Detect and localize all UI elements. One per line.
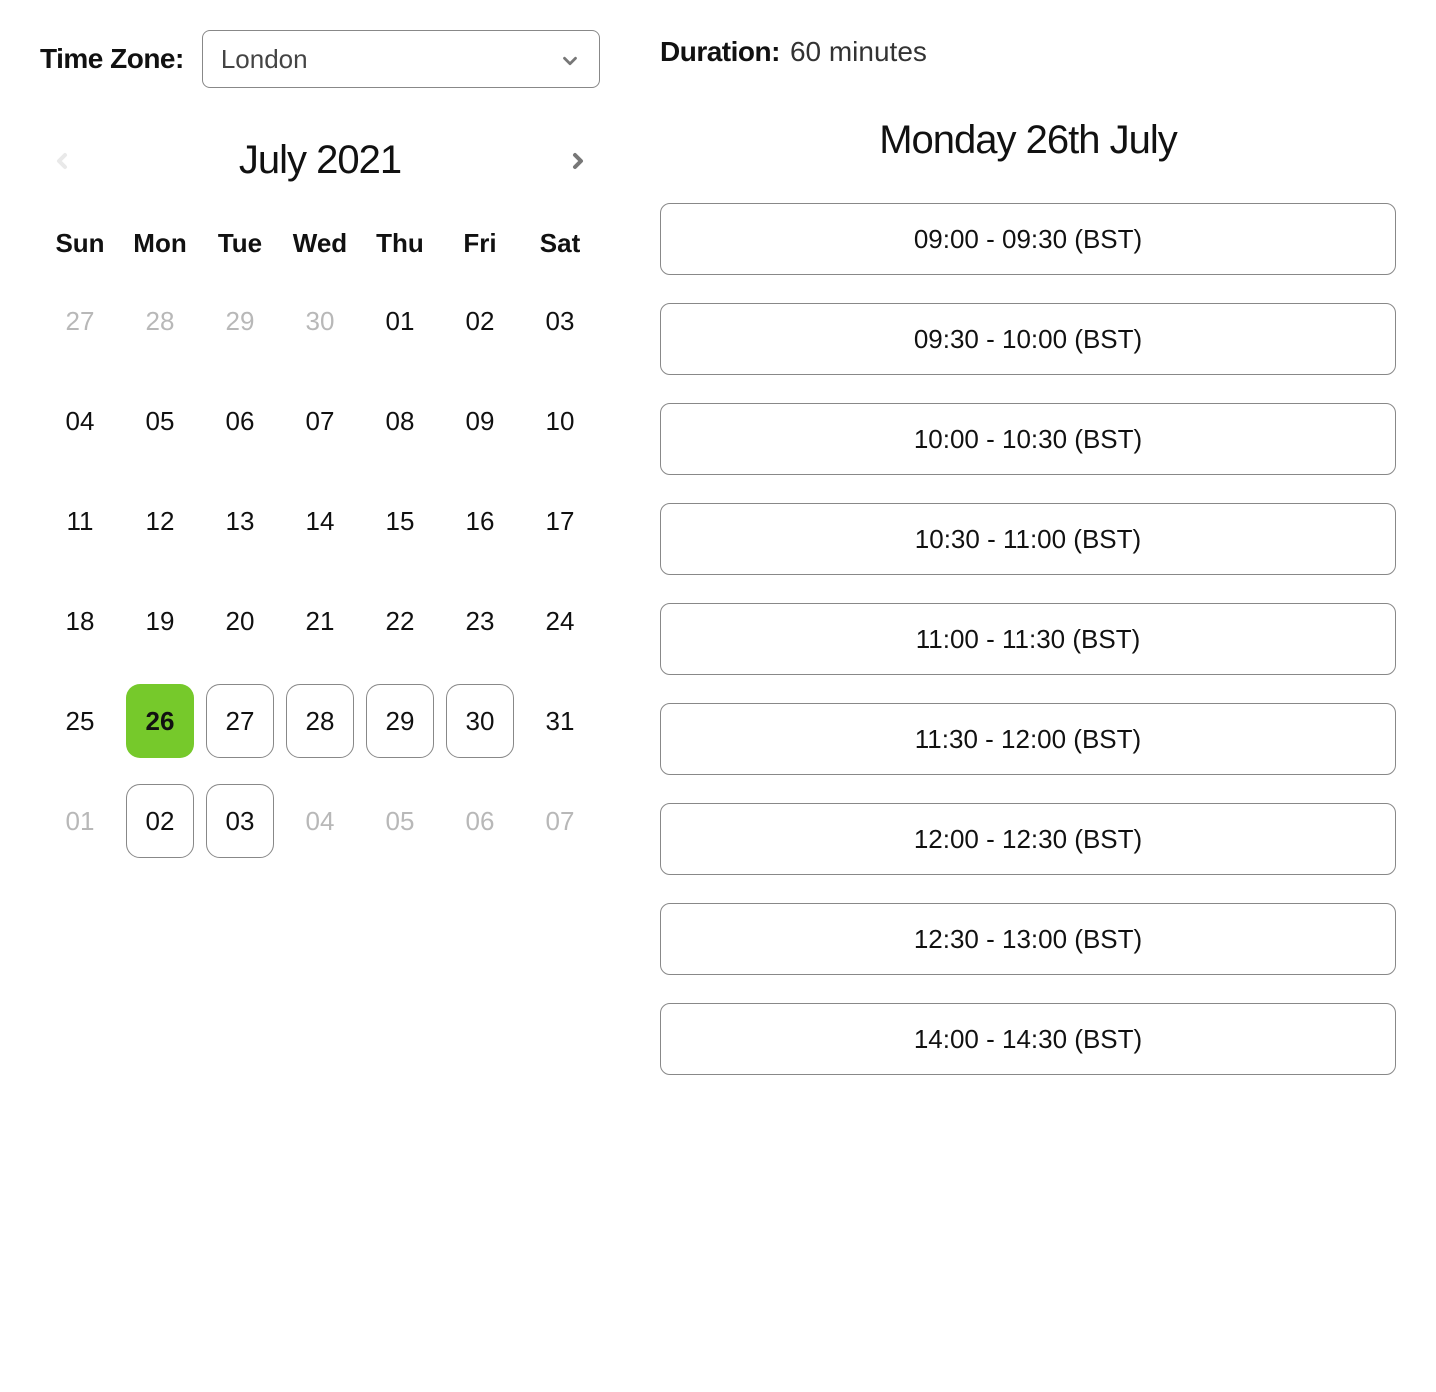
calendar-day: 07 <box>526 784 594 858</box>
calendar-day[interactable]: 26 <box>126 684 194 758</box>
calendar-day: 13 <box>206 484 274 558</box>
weekday-header: Wed <box>280 228 360 259</box>
time-slot[interactable]: 10:00 - 10:30 (BST) <box>660 403 1396 475</box>
calendar-day: 29 <box>206 284 274 358</box>
calendar-day: 05 <box>366 784 434 858</box>
calendar-day: 24 <box>526 584 594 658</box>
calendar-day: 22 <box>366 584 434 658</box>
calendar-day: 04 <box>46 384 114 458</box>
calendar-day: 11 <box>46 484 114 558</box>
next-month-button[interactable] <box>556 139 600 183</box>
calendar-day: 15 <box>366 484 434 558</box>
calendar-day: 16 <box>446 484 514 558</box>
prev-month-button <box>40 139 84 183</box>
weekday-header: Thu <box>360 228 440 259</box>
calendar-day: 07 <box>286 384 354 458</box>
time-slot[interactable]: 09:00 - 09:30 (BST) <box>660 203 1396 275</box>
calendar-day: 12 <box>126 484 194 558</box>
calendar-day[interactable]: 30 <box>446 684 514 758</box>
calendar-day: 09 <box>446 384 514 458</box>
calendar-day: 31 <box>526 684 594 758</box>
timezone-select[interactable]: London <box>202 30 600 88</box>
calendar-day: 05 <box>126 384 194 458</box>
selected-date-title: Monday 26th July <box>660 118 1396 163</box>
calendar-day: 01 <box>366 284 434 358</box>
time-slot[interactable]: 12:30 - 13:00 (BST) <box>660 903 1396 975</box>
time-slot[interactable]: 14:00 - 14:30 (BST) <box>660 1003 1396 1075</box>
calendar-day: 01 <box>46 784 114 858</box>
calendar-day[interactable]: 29 <box>366 684 434 758</box>
time-slot[interactable]: 12:00 - 12:30 (BST) <box>660 803 1396 875</box>
calendar-day[interactable]: 02 <box>126 784 194 858</box>
time-slot[interactable]: 10:30 - 11:00 (BST) <box>660 503 1396 575</box>
weekday-header: Sun <box>40 228 120 259</box>
calendar-day: 21 <box>286 584 354 658</box>
calendar-day: 08 <box>366 384 434 458</box>
calendar-day: 30 <box>286 284 354 358</box>
calendar-day[interactable]: 03 <box>206 784 274 858</box>
weekday-header: Mon <box>120 228 200 259</box>
duration-label: Duration: <box>660 36 780 68</box>
calendar-day[interactable]: 27 <box>206 684 274 758</box>
calendar-day: 06 <box>446 784 514 858</box>
calendar-day: 19 <box>126 584 194 658</box>
calendar-day: 17 <box>526 484 594 558</box>
calendar-day: 18 <box>46 584 114 658</box>
calendar-day: 02 <box>446 284 514 358</box>
calendar-day: 04 <box>286 784 354 858</box>
calendar: SunMonTueWedThuFriSat 272829300102030405… <box>40 228 600 858</box>
weekday-header: Fri <box>440 228 520 259</box>
calendar-day: 10 <box>526 384 594 458</box>
calendar-day: 14 <box>286 484 354 558</box>
calendar-day: 20 <box>206 584 274 658</box>
calendar-day: 28 <box>126 284 194 358</box>
calendar-day: 03 <box>526 284 594 358</box>
calendar-day: 27 <box>46 284 114 358</box>
chevron-down-icon <box>559 48 581 70</box>
weekday-header: Sat <box>520 228 600 259</box>
calendar-day: 06 <box>206 384 274 458</box>
time-slot[interactable]: 11:30 - 12:00 (BST) <box>660 703 1396 775</box>
calendar-day: 25 <box>46 684 114 758</box>
calendar-day: 23 <box>446 584 514 658</box>
calendar-day[interactable]: 28 <box>286 684 354 758</box>
month-title: July 2021 <box>239 138 401 183</box>
weekday-header: Tue <box>200 228 280 259</box>
duration-value: 60 minutes <box>790 36 927 68</box>
timezone-value: London <box>221 44 308 75</box>
timezone-label: Time Zone: <box>40 43 184 75</box>
time-slot[interactable]: 09:30 - 10:00 (BST) <box>660 303 1396 375</box>
time-slot[interactable]: 11:00 - 11:30 (BST) <box>660 603 1396 675</box>
